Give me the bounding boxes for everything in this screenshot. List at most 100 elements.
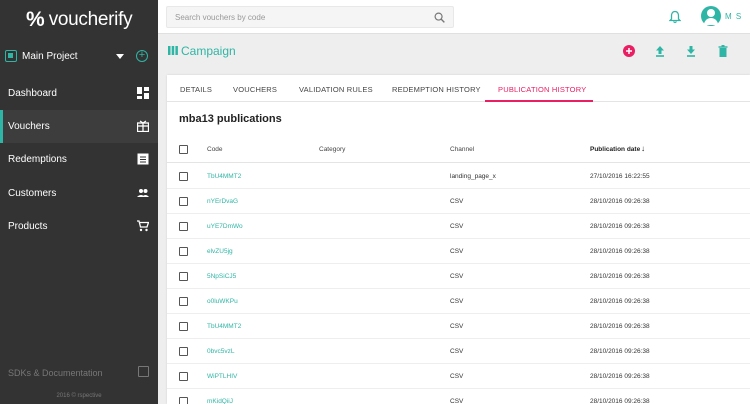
sort-arrow-icon[interactable]: ↓ xyxy=(641,144,645,153)
row-checkbox[interactable] xyxy=(179,197,188,206)
user-initials[interactable]: M S xyxy=(725,12,742,21)
project-icon xyxy=(5,50,17,62)
upload-icon[interactable] xyxy=(653,44,667,58)
tab-bar: DETAILS VOUCHERS VALIDATION RULES REDEMP… xyxy=(167,75,750,102)
publication-date-cell: 27/10/2016 16:22:55 xyxy=(590,173,650,180)
people-icon xyxy=(137,189,149,197)
search-box[interactable]: Search vouchers by code xyxy=(166,6,454,28)
voucher-code-link[interactable]: TbU4MMT2 xyxy=(207,173,241,180)
publication-date-cell: 28/10/2016 09:26:38 xyxy=(590,248,650,255)
publication-date-cell: 28/10/2016 09:26:38 xyxy=(590,373,650,380)
cart-icon xyxy=(137,220,149,232)
tab-validation-rules[interactable]: VALIDATION RULES xyxy=(299,85,373,94)
publication-date-cell: 28/10/2016 09:26:38 xyxy=(590,223,650,230)
column-header-category[interactable]: Category xyxy=(319,146,345,153)
voucher-code-link[interactable]: WiPTLHIV xyxy=(207,373,237,380)
row-checkbox[interactable] xyxy=(179,347,188,356)
tab-details[interactable]: DETAILS xyxy=(180,85,212,94)
download-icon[interactable] xyxy=(684,44,698,58)
channel-cell: CSV xyxy=(450,373,464,380)
table-header: Code Category Channel Publication date ↓ xyxy=(167,137,750,163)
gift-icon xyxy=(137,120,149,132)
project-name: Main Project xyxy=(22,51,78,62)
channel-cell: CSV xyxy=(450,223,464,230)
tab-publication-history[interactable]: PUBLICATION HISTORY xyxy=(498,85,586,94)
list-icon xyxy=(137,153,149,165)
logo-text: voucherify xyxy=(48,9,133,30)
sidebar-item-label: Products xyxy=(8,221,48,232)
table-row[interactable]: WiPTLHIV CSV 28/10/2016 09:26:38 xyxy=(167,364,750,389)
add-button[interactable] xyxy=(622,44,636,58)
sidebar-item-label: Dashboard xyxy=(8,88,57,99)
add-project-button[interactable]: + xyxy=(136,50,148,62)
table-row[interactable]: nYErDvaG CSV 28/10/2016 09:26:38 xyxy=(167,189,750,214)
voucher-code-link[interactable]: mKidQiiJ xyxy=(207,398,233,404)
channel-cell: CSV xyxy=(450,248,464,255)
sidebar-item-redemptions[interactable]: Redemptions xyxy=(0,143,158,176)
row-checkbox[interactable] xyxy=(179,222,188,231)
campaign-icon xyxy=(168,46,178,55)
delete-icon[interactable] xyxy=(716,44,730,58)
voucher-code-link[interactable]: o0luWKPu xyxy=(207,298,238,305)
sidebar-item-label: Vouchers xyxy=(8,121,50,132)
row-checkbox[interactable] xyxy=(179,172,188,181)
row-checkbox[interactable] xyxy=(179,372,188,381)
voucher-code-link[interactable]: 5NpSiCJ5 xyxy=(207,273,236,280)
table-row[interactable]: elvZU5jg CSV 28/10/2016 09:26:38 xyxy=(167,239,750,264)
avatar[interactable] xyxy=(701,6,721,26)
voucher-code-link[interactable]: elvZU5jg xyxy=(207,248,233,255)
select-all-checkbox[interactable] xyxy=(179,145,188,154)
publication-date-cell: 28/10/2016 09:26:38 xyxy=(590,198,650,205)
channel-cell: CSV xyxy=(450,398,464,404)
row-checkbox[interactable] xyxy=(179,272,188,281)
publication-date-cell: 28/10/2016 09:26:38 xyxy=(590,273,650,280)
sidebar-item-customers[interactable]: Customers xyxy=(0,177,158,210)
search-input[interactable]: Search vouchers by code xyxy=(175,13,265,22)
active-tab-indicator xyxy=(485,100,593,102)
table-row[interactable]: TbU4MMT2 CSV 28/10/2016 09:26:38 xyxy=(167,314,750,339)
column-header-channel[interactable]: Channel xyxy=(450,146,474,153)
search-icon[interactable] xyxy=(434,12,445,23)
table-row[interactable]: TbU4MMT2 landing_page_x 27/10/2016 16:22:5… xyxy=(167,164,750,189)
table-row[interactable]: mKidQiiJ CSV 28/10/2016 09:26:38 xyxy=(167,389,750,404)
channel-cell: CSV xyxy=(450,348,464,355)
row-checkbox[interactable] xyxy=(179,322,188,331)
top-bar: Search vouchers by code M S xyxy=(158,0,750,34)
sidebar: % voucherify Main Project + Dashboard Vo… xyxy=(0,0,158,404)
logo-mark: % xyxy=(26,8,45,31)
publication-date-cell: 28/10/2016 09:26:38 xyxy=(590,323,650,330)
channel-cell: CSV xyxy=(450,298,464,305)
notification-bell-icon[interactable] xyxy=(669,10,681,24)
table-row[interactable]: uYE7DmWo CSV 28/10/2016 09:26:38 xyxy=(167,214,750,239)
publication-date-cell: 28/10/2016 09:26:38 xyxy=(590,348,650,355)
column-header-publication-date[interactable]: Publication date xyxy=(590,146,640,153)
channel-cell: CSV xyxy=(450,273,464,280)
channel-cell: CSV xyxy=(450,198,464,205)
chevron-down-icon[interactable] xyxy=(116,54,124,59)
book-icon[interactable] xyxy=(138,366,149,377)
channel-cell: landing_page_x xyxy=(450,173,496,180)
sdk-docs-link[interactable]: SDKs & Documentation xyxy=(8,368,103,378)
logo[interactable]: % voucherify xyxy=(26,8,133,32)
sidebar-item-dashboard[interactable]: Dashboard xyxy=(0,77,158,110)
voucher-code-link[interactable]: nYErDvaG xyxy=(207,198,238,205)
tab-redemption-history[interactable]: REDEMPTION HISTORY xyxy=(392,85,481,94)
voucher-code-link[interactable]: uYE7DmWo xyxy=(207,223,243,230)
sidebar-item-products[interactable]: Products xyxy=(0,210,158,243)
sidebar-item-label: Redemptions xyxy=(8,154,67,165)
table-row[interactable]: 0bvc5vzL CSV 28/10/2016 09:26:38 xyxy=(167,339,750,364)
publication-date-cell: 28/10/2016 09:26:38 xyxy=(590,298,650,305)
voucher-code-link[interactable]: 0bvc5vzL xyxy=(207,348,234,355)
row-checkbox[interactable] xyxy=(179,297,188,306)
tab-vouchers[interactable]: VOUCHERS xyxy=(233,85,277,94)
table-row[interactable]: o0luWKPu CSV 28/10/2016 09:26:38 xyxy=(167,289,750,314)
card-title: mba13 publications xyxy=(179,113,282,125)
row-checkbox[interactable] xyxy=(179,397,188,404)
table-row[interactable]: 5NpSiCJ5 CSV 28/10/2016 09:26:38 xyxy=(167,264,750,289)
sidebar-item-vouchers[interactable]: Vouchers xyxy=(0,110,158,143)
voucher-code-link[interactable]: TbU4MMT2 xyxy=(207,323,241,330)
project-selector[interactable]: Main Project + xyxy=(0,47,158,67)
copyright: 2016 © rspective xyxy=(56,393,102,399)
row-checkbox[interactable] xyxy=(179,247,188,256)
column-header-code[interactable]: Code xyxy=(207,146,223,153)
